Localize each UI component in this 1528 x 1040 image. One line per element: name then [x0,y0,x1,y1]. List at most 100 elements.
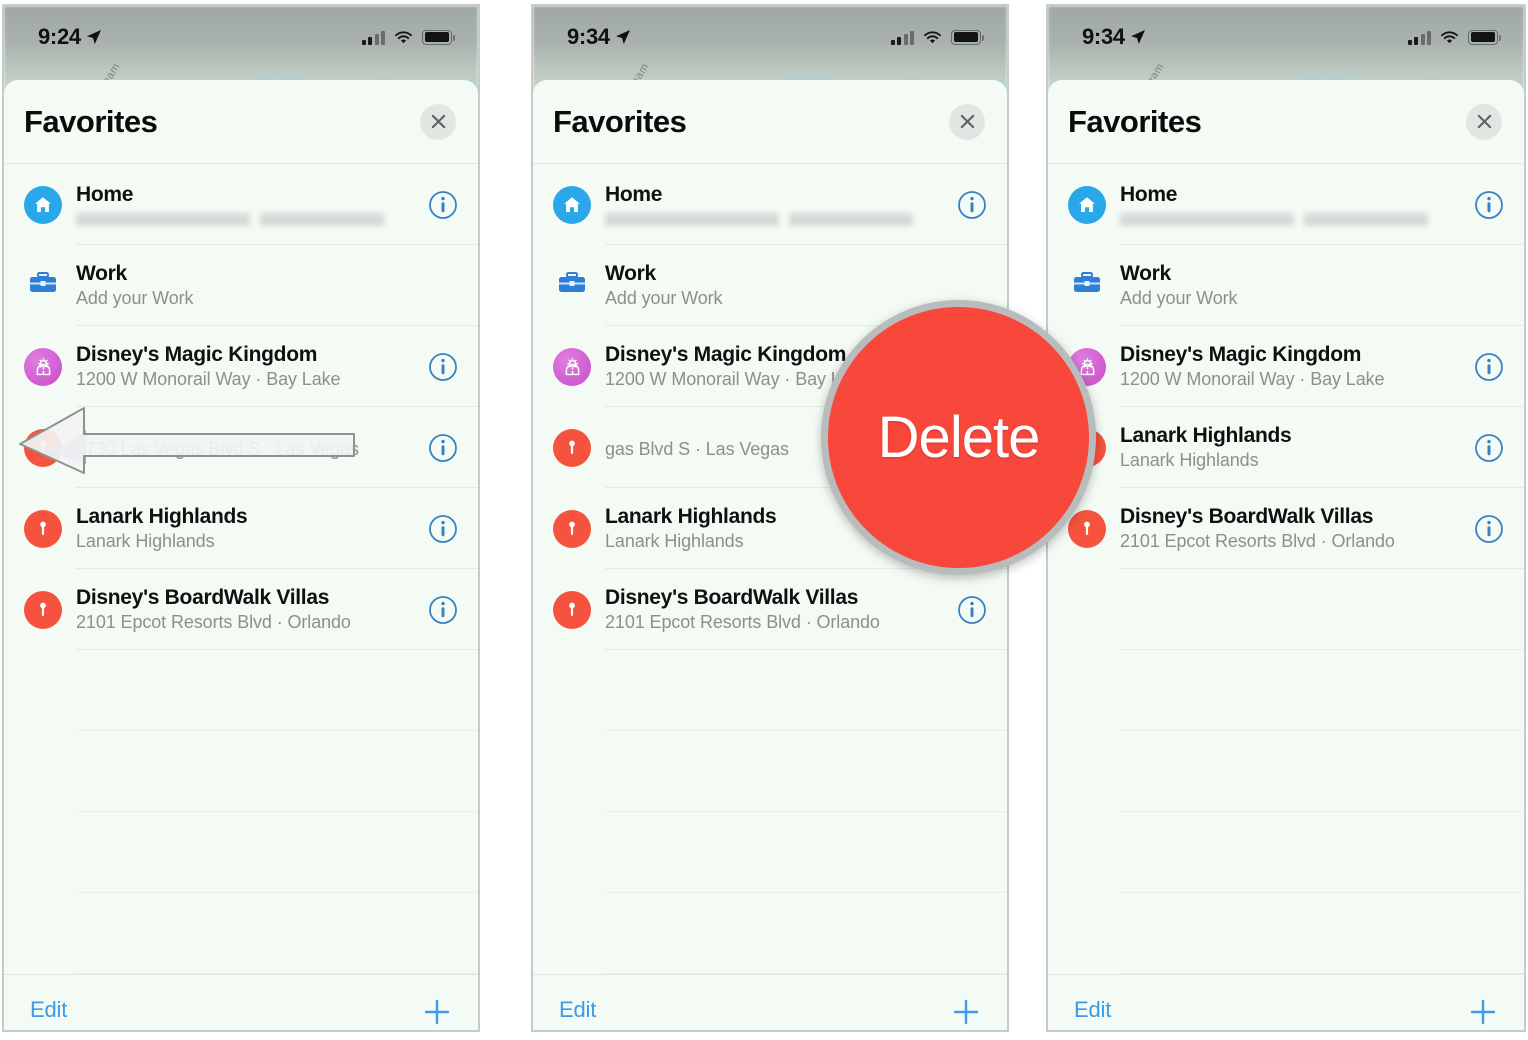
empty-row [605,812,1007,893]
favorite-row[interactable]: Lanark Highlands Lanark Highlands [1048,407,1524,488]
home-icon [553,185,591,224]
favorite-icon [553,590,591,629]
info-button[interactable] [428,514,458,544]
empty-row [76,650,478,731]
info-button[interactable] [1474,190,1504,220]
favorite-icon [1068,185,1106,224]
redacted-address [1120,213,1474,227]
add-favorite-button[interactable] [422,997,452,1027]
favorite-subtitle: 2101 Epcot Resorts Blvd · Orlando [1120,531,1395,552]
wifi-icon [1441,30,1458,43]
info-button[interactable] [428,190,458,220]
empty-list-rows [533,650,1007,974]
status-clock-group: 9:34 [1082,24,1146,50]
battery-icon [422,29,456,45]
favorite-subtitle: 2101 Epcot Resorts Blvd · Orlando [76,612,351,633]
info-button[interactable] [428,595,458,625]
location-arrow-icon [1130,30,1145,44]
map-pin-icon [553,509,591,548]
sheet-header: Favorites [533,80,1007,164]
favorite-title: Disney's BoardWalk Villas [605,585,859,609]
status-time: 9:24 [38,24,81,49]
favorite-subtitle: 2101 Epcot Resorts Blvd · Orlando [605,612,880,633]
empty-row [605,731,1007,812]
favorite-row[interactable]: Home [533,164,1007,245]
favorite-icon [553,428,591,467]
favorite-text: Lanark Highlands Lanark Highlands [76,505,428,553]
favorite-text: Work Add your Work [605,262,957,310]
favorite-row[interactable]: Disney's Magic Kingdom 1200 W Monorail Wa… [1048,326,1524,407]
phone-screenshot-3: eam 9:34 Favorites Home Work Add your Work… [1046,4,1526,1032]
add-favorite-button[interactable] [1468,997,1498,1027]
favorite-text: Home [605,183,957,227]
phone-screenshot-1: eam 9:24 Favorites Home Work Add your Work… [2,4,480,1032]
favorite-title: Home [1120,182,1178,206]
empty-row [1120,893,1524,974]
wifi-icon [395,30,412,43]
favorite-row[interactable]: Work Add your Work [4,245,478,326]
favorite-title: Lanark Highlands [1120,423,1292,447]
add-favorite-button[interactable] [951,997,981,1027]
info-button[interactable] [428,433,458,463]
favorite-icon [24,590,62,629]
favorite-row[interactable]: Work Add your Work [1048,245,1524,326]
favorite-title: Disney's BoardWalk Villas [76,585,330,609]
info-button[interactable] [1474,433,1504,463]
favorite-text: Work Add your Work [76,262,428,310]
favorites-list: Home Work Add your Work Disney's Magic King… [4,164,478,974]
map-pin-icon [553,590,591,629]
favorite-subtitle: Add your Work [605,288,723,309]
redacted-address [605,213,957,227]
info-button[interactable] [957,595,987,625]
home-icon [24,185,62,224]
favorite-icon [553,185,591,224]
favorite-icon [553,347,591,386]
status-time: 9:34 [1082,24,1125,49]
cellular-signal-icon [890,30,914,45]
favorites-list: Home Work Add your Work Disney's Magic King… [1048,164,1524,974]
info-button[interactable] [1474,352,1504,382]
favorite-subtitle: 1200 W Monorail Way · Bay Lake [76,369,341,390]
home-icon [1068,185,1106,224]
sheet-footer: Edit [533,974,1007,1030]
favorite-row[interactable]: Home [4,164,478,245]
favorite-row[interactable]: Disney's BoardWalk Villas 2101 Epcot Reso… [4,569,478,650]
favorite-title: Disney's BoardWalk Villas [1120,504,1374,528]
favorite-icon [1068,267,1106,305]
sheet-footer: Edit [1048,974,1524,1030]
status-bar: 9:24 [4,20,478,54]
edit-button[interactable]: Edit [30,997,67,1023]
info-button[interactable] [1474,514,1504,544]
close-button[interactable] [949,103,985,140]
favorite-row[interactable]: Disney's Magic Kingdom 1200 W Monorail Wa… [4,326,478,407]
info-placeholder [428,271,458,301]
screenshot-stage: eam 9:24 Favorites Home Work Add your Work… [0,0,1528,1040]
wifi-icon [924,30,941,43]
favorite-row[interactable]: Lanark Highlands Lanark Highlands [4,488,478,569]
info-button[interactable] [957,190,987,220]
location-arrow-icon [86,30,101,44]
favorite-text: Lanark Highlands Lanark Highlands [1120,424,1474,472]
favorite-row[interactable]: 3730 Las Vegas Blvd S · Las Vegas [4,407,478,488]
info-placeholder [1474,271,1504,301]
favorite-row[interactable]: Disney's BoardWalk Villas 2101 Epcot Reso… [533,569,1007,650]
close-button[interactable] [1466,103,1502,140]
empty-row [1120,812,1524,893]
favorite-row[interactable]: Disney's BoardWalk Villas 2101 Epcot Reso… [1048,488,1524,569]
favorite-row[interactable]: Home [1048,164,1524,245]
info-button[interactable] [428,352,458,382]
empty-row [1120,650,1524,731]
map-pin-icon [553,428,591,467]
empty-row [1120,569,1524,650]
favorite-icon [24,347,62,386]
favorite-title: Disney's Magic Kingdom [1120,342,1362,366]
favorite-subtitle: Add your Work [76,288,194,309]
favorites-sheet: Favorites Home Work Add your Work Disney's … [1048,80,1524,1030]
favorite-text: 3730 Las Vegas Blvd S · Las Vegas [76,436,428,460]
edit-button[interactable]: Edit [1074,997,1111,1023]
close-button[interactable] [420,103,456,140]
close-icon [1477,114,1491,129]
delete-button-callout[interactable]: Delete [821,300,1096,575]
location-arrow-icon [615,30,630,44]
edit-button[interactable]: Edit [559,997,596,1023]
